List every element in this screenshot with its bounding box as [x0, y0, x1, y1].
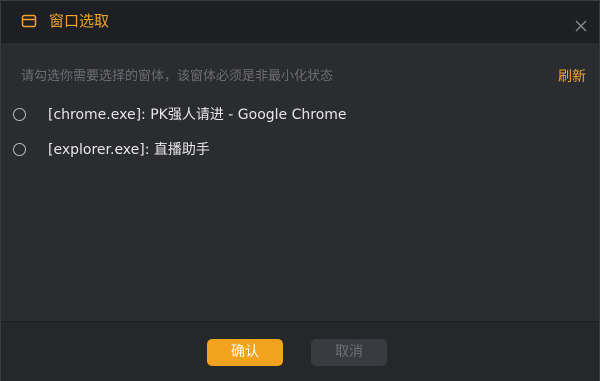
radio-button[interactable] [13, 143, 26, 156]
refresh-button[interactable]: 刷新 [558, 68, 586, 86]
window-list-panel: 请勾选你需要选择的窗体，该窗体必须是非最小化状态 刷新 [chrome.exe]… [1, 43, 599, 321]
window-option-chrome[interactable]: [chrome.exe]: PK强人请进 - Google Chrome [1, 103, 599, 127]
dialog-title: 窗口选取 [49, 12, 110, 30]
window-option-label: [explorer.exe]: 直播助手 [48, 142, 210, 158]
window-icon [21, 13, 37, 29]
confirm-button[interactable]: 确认 [207, 339, 283, 366]
instruction-text: 请勾选你需要选择的窗体，该窗体必须是非最小化状态 [21, 69, 334, 84]
window-picker-dialog: 窗口选取 请勾选你需要选择的窗体，该窗体必须是非最小化状态 刷新 [chrome… [0, 0, 600, 381]
cancel-button[interactable]: 取消 [311, 339, 387, 366]
dialog-footer: 确认 取消 [1, 321, 599, 381]
radio-button[interactable] [13, 108, 26, 121]
window-option-explorer[interactable]: [explorer.exe]: 直播助手 [1, 138, 599, 162]
close-icon[interactable] [571, 16, 591, 36]
title-bar: 窗口选取 [1, 1, 599, 43]
window-option-label: [chrome.exe]: PK强人请进 - Google Chrome [48, 107, 347, 123]
